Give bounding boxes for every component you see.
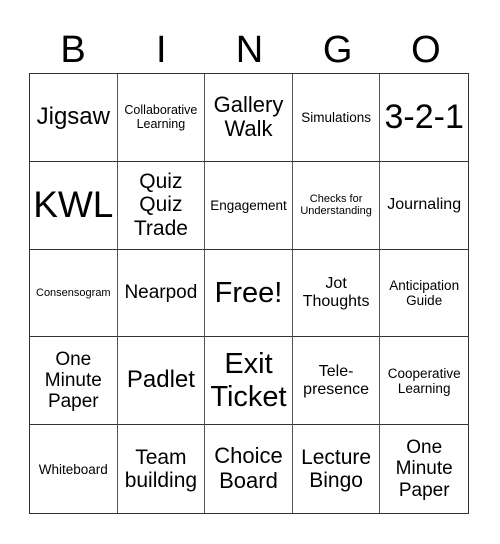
bingo-cell[interactable]: Collaborative Learning: [117, 74, 206, 162]
bingo-cell[interactable]: Jigsaw: [30, 74, 118, 162]
bingo-header: B I N G O: [29, 28, 470, 72]
header-letter-i: I: [156, 29, 167, 71]
bingo-cell[interactable]: Choice Board: [205, 425, 293, 513]
bingo-cell[interactable]: Anticipation Guide: [380, 250, 468, 338]
bingo-cell[interactable]: Nearpod: [117, 249, 206, 338]
bingo-cell[interactable]: Quiz Quiz Trade: [117, 161, 206, 250]
bingo-cell[interactable]: One Minute Paper: [30, 337, 118, 426]
bingo-cell[interactable]: Lecture Bingo: [293, 425, 381, 513]
bingo-cell[interactable]: Padlet: [117, 337, 206, 426]
bingo-cell[interactable]: One Minute Paper: [380, 425, 468, 513]
bingo-cell[interactable]: 3-2-1: [380, 74, 468, 162]
bingo-cell[interactable]: Tele- presence: [292, 337, 381, 426]
bingo-cell[interactable]: Simulations: [292, 74, 381, 162]
header-letter-n: N: [235, 29, 264, 71]
header-letter-o: O: [411, 29, 441, 71]
bingo-cell[interactable]: Cooperative Learning: [380, 337, 468, 426]
bingo-cell[interactable]: Whiteboard: [30, 425, 118, 513]
bingo-cell[interactable]: Gallery Walk: [205, 74, 293, 162]
bingo-cell[interactable]: KWL: [30, 161, 118, 250]
bingo-cell[interactable]: Exit Ticket: [205, 337, 293, 426]
header-letter-g: G: [322, 29, 353, 71]
free-space[interactable]: Free!: [205, 249, 293, 338]
bingo-cell[interactable]: Consensogram: [30, 249, 118, 338]
bingo-cell[interactable]: Jot Thoughts: [292, 249, 381, 338]
bingo-cell[interactable]: Journaling: [380, 162, 468, 250]
header-letter-b: B: [60, 29, 86, 71]
bingo-cell[interactable]: Engagement: [205, 161, 293, 250]
bingo-cell[interactable]: Checks for Understanding: [292, 161, 381, 250]
bingo-cell[interactable]: Team building: [118, 425, 206, 513]
bingo-board: Jigsaw Collaborative Learning Gallery Wa…: [29, 73, 469, 514]
